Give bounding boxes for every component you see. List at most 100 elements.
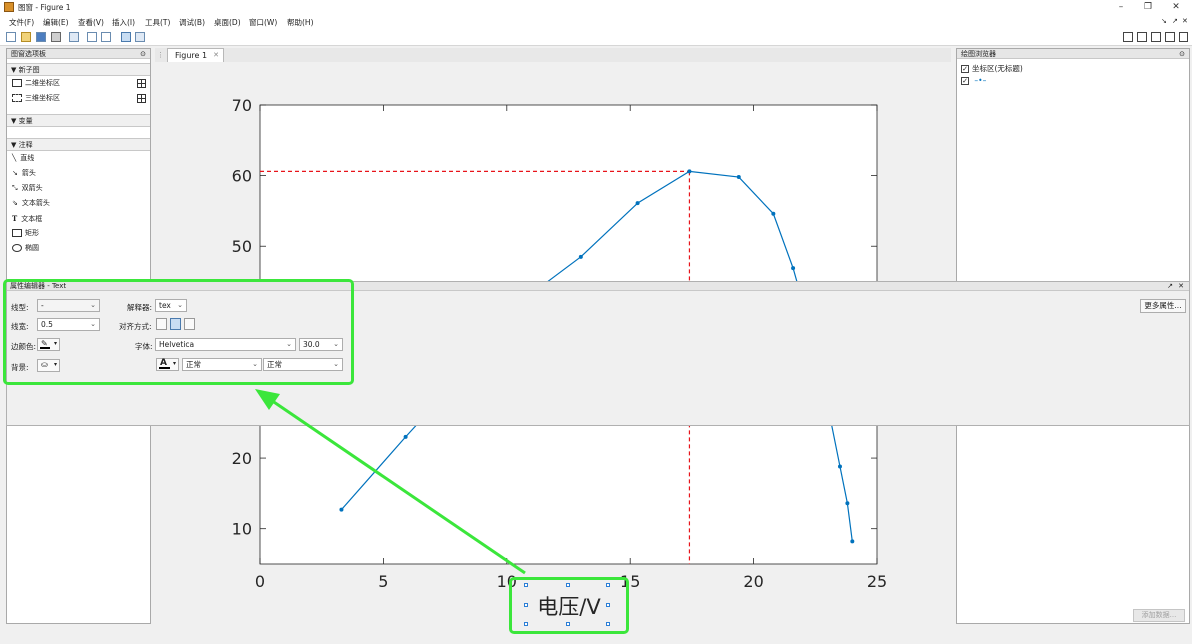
annotation-rectangle[interactable]: 矩形	[7, 226, 150, 241]
restore-icon[interactable]: ❐	[1140, 1, 1156, 13]
figure-palette-title: 图窗选项板 ⊙	[7, 49, 150, 59]
subplot-2d-axes[interactable]: 二维坐标区	[7, 76, 150, 91]
y-tick-label: 20	[232, 449, 252, 468]
data-point	[845, 501, 850, 506]
rectangle-icon	[12, 229, 22, 237]
annotation-textbox[interactable]: T 文本框	[7, 211, 150, 226]
axes-2d-icon	[12, 79, 22, 87]
ellipse-icon	[12, 244, 22, 252]
save-icon[interactable]	[36, 32, 46, 42]
property-editor-highlight	[3, 279, 354, 385]
menu-file[interactable]: 文件(F)	[9, 17, 34, 28]
plot-browser-axes-item[interactable]: ✓ 坐标区(无标题)	[957, 59, 1189, 74]
dock-icon[interactable]: ↘	[1161, 17, 1167, 25]
menu-edit[interactable]: 编辑(E)	[43, 17, 69, 28]
xlabel-selection-handles[interactable]	[524, 583, 610, 626]
axes-3d-icon	[12, 94, 22, 102]
section-new-subplot[interactable]: ▼ 新子图	[7, 63, 150, 76]
insert-legend-icon[interactable]	[101, 32, 111, 42]
resize-handle[interactable]	[524, 603, 528, 607]
tab-close-icon[interactable]: ✕	[213, 49, 219, 62]
menu-help[interactable]: 帮助(H)	[287, 17, 314, 28]
insert-colorbar-icon[interactable]	[87, 32, 97, 42]
annotation-arrow[interactable]: ↘ 箭头	[7, 166, 150, 181]
resize-handle[interactable]	[524, 583, 528, 587]
window-title: 图窗 - Figure 1	[18, 3, 71, 12]
section-annotations[interactable]: ▼ 注释	[7, 138, 150, 151]
y-tick-label: 50	[232, 237, 252, 256]
data-point	[339, 507, 344, 512]
panel-menu-icon[interactable]: ⊙	[140, 49, 146, 59]
textbox-icon: T	[12, 214, 18, 223]
resize-handle[interactable]	[566, 583, 570, 587]
data-point	[578, 254, 583, 259]
open-file-icon[interactable]	[21, 32, 31, 42]
menu-view[interactable]: 查看(V)	[78, 17, 104, 28]
menu-bar: 文件(F) 编辑(E) 查看(V) 插入(I) 工具(T) 调试(B) 桌面(D…	[0, 14, 1192, 29]
line-series-icon: –•–	[974, 76, 987, 85]
subplot-3d-axes[interactable]: 三维坐标区	[7, 91, 150, 106]
tab-figure-1[interactable]: Figure 1 ✕	[167, 48, 224, 62]
plot-browser-line-item[interactable]: ✓ –•–	[957, 74, 1189, 85]
data-point	[403, 434, 408, 439]
y-tick-label: 60	[232, 167, 252, 186]
grid-add-icon[interactable]	[137, 79, 146, 88]
link-plot-icon[interactable]	[69, 32, 79, 42]
section-variables[interactable]: ▼ 变量	[7, 114, 150, 127]
text-arrow-icon: ⇘	[12, 199, 18, 207]
add-data-button[interactable]: 添加数据...	[1133, 609, 1185, 622]
grid-add-icon[interactable]	[137, 94, 146, 103]
data-point	[771, 211, 776, 216]
x-tick-label: 20	[743, 572, 763, 591]
title-bar: 图窗 - Figure 1 – ❐ ✕	[0, 0, 1192, 14]
axes-visible-checkbox[interactable]: ✓	[961, 65, 969, 73]
close-icon[interactable]: ✕	[1178, 282, 1184, 291]
menu-desktop[interactable]: 桌面(D)	[214, 17, 241, 28]
arrow-icon: ↘	[12, 169, 18, 177]
edit-plot-pointer-icon[interactable]	[121, 32, 131, 42]
resize-handle[interactable]	[524, 622, 528, 626]
split-vertical-icon[interactable]	[1151, 32, 1161, 42]
menu-tools[interactable]: 工具(T)	[145, 17, 170, 28]
maximize-layout-icon[interactable]	[1179, 32, 1188, 42]
line-icon: ╲	[12, 154, 17, 162]
new-figure-icon[interactable]	[6, 32, 16, 42]
close-icon[interactable]: ✕	[1168, 1, 1184, 13]
tab-grip-icon: ⋮	[157, 51, 164, 59]
y-tick-label: 10	[232, 520, 252, 539]
resize-handle[interactable]	[606, 583, 610, 587]
panel-menu-icon[interactable]: ⊙	[1179, 49, 1185, 59]
menu-insert[interactable]: 插入(I)	[112, 17, 135, 28]
close-figure-icon[interactable]: ✕	[1182, 17, 1188, 25]
double-arrow-icon: ⤡	[12, 184, 18, 192]
annotation-text-arrow[interactable]: ⇘ 文本箭头	[7, 196, 150, 211]
undock-icon[interactable]: ↗	[1172, 17, 1178, 25]
data-point	[850, 539, 855, 544]
y-tick-label: 70	[232, 96, 252, 115]
resize-handle[interactable]	[566, 622, 570, 626]
data-point	[635, 201, 640, 206]
resize-handle[interactable]	[606, 622, 610, 626]
grid-layout-icon[interactable]	[1123, 32, 1133, 42]
annotation-ellipse[interactable]: 椭圆	[7, 241, 150, 256]
undock-icon[interactable]: ↗	[1167, 282, 1173, 291]
annotation-double-arrow[interactable]: ⤡ 双箭头	[7, 181, 150, 196]
print-icon[interactable]	[51, 32, 61, 42]
resize-handle[interactable]	[606, 603, 610, 607]
more-properties-button[interactable]: 更多属性...	[1140, 299, 1186, 313]
split-horizontal-icon[interactable]	[1137, 32, 1147, 42]
menu-debug[interactable]: 调试(B)	[179, 17, 205, 28]
matlab-app-icon	[4, 2, 14, 12]
toolbar	[0, 29, 1192, 46]
minimize-icon[interactable]: –	[1113, 1, 1129, 13]
annotation-line[interactable]: ╲ 直线	[7, 151, 150, 166]
data-point	[791, 266, 796, 271]
figure-tab-strip	[155, 48, 951, 62]
data-point	[837, 464, 842, 469]
line-visible-checkbox[interactable]: ✓	[961, 77, 969, 85]
menu-window[interactable]: 窗口(W)	[249, 17, 277, 28]
float-layout-icon[interactable]	[1165, 32, 1175, 42]
plot-tools-icon[interactable]	[135, 32, 145, 42]
plot-browser-title: 绘图浏览器 ⊙	[957, 49, 1189, 59]
data-point	[736, 175, 741, 180]
